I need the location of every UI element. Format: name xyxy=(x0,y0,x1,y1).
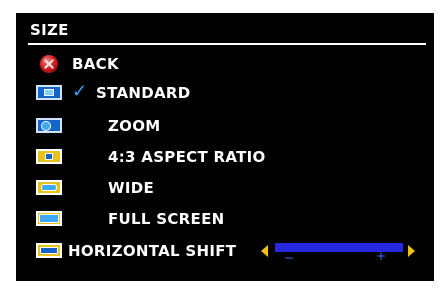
osd-menu-panel: SIZE BACK ✓ STANDARD ZOOM 4:3 ASPECT RAT… xyxy=(16,13,434,281)
check-icon: ✓ xyxy=(72,81,88,102)
full-screen-icon xyxy=(36,211,62,226)
aspect-ratio-icon xyxy=(36,149,62,164)
menu-item-label: HORIZONTAL SHIFT xyxy=(68,242,237,260)
menu-item-full-screen[interactable]: FULL SCREEN xyxy=(16,207,434,231)
menu-item-label: STANDARD xyxy=(96,84,191,102)
menu-title: SIZE xyxy=(30,21,69,39)
back-label: BACK xyxy=(72,55,119,73)
slider-plus-label: + xyxy=(376,249,387,263)
back-item[interactable]: BACK xyxy=(16,52,434,76)
standard-screen-icon xyxy=(36,85,62,100)
menu-item-aspect-ratio[interactable]: 4:3 ASPECT RATIO xyxy=(16,145,434,169)
horizontal-shift-icon xyxy=(36,243,62,258)
menu-item-label: FULL SCREEN xyxy=(108,210,225,228)
menu-item-zoom[interactable]: ZOOM xyxy=(16,114,434,138)
menu-item-label: ZOOM xyxy=(108,117,161,135)
arrow-right-icon[interactable] xyxy=(408,245,415,257)
title-divider xyxy=(28,43,426,45)
zoom-screen-icon xyxy=(36,118,62,133)
wide-screen-icon xyxy=(36,180,62,195)
arrow-left-icon[interactable] xyxy=(261,245,268,257)
menu-item-label: 4:3 ASPECT RATIO xyxy=(108,148,266,166)
menu-item-horizontal-shift[interactable]: HORIZONTAL SHIFT − + xyxy=(16,239,434,265)
menu-item-standard[interactable]: ✓ STANDARD xyxy=(16,81,434,105)
menu-item-label: WIDE xyxy=(108,179,155,197)
menu-item-wide[interactable]: WIDE xyxy=(16,176,434,200)
back-icon xyxy=(40,55,58,73)
slider-minus-label: − xyxy=(284,251,295,265)
